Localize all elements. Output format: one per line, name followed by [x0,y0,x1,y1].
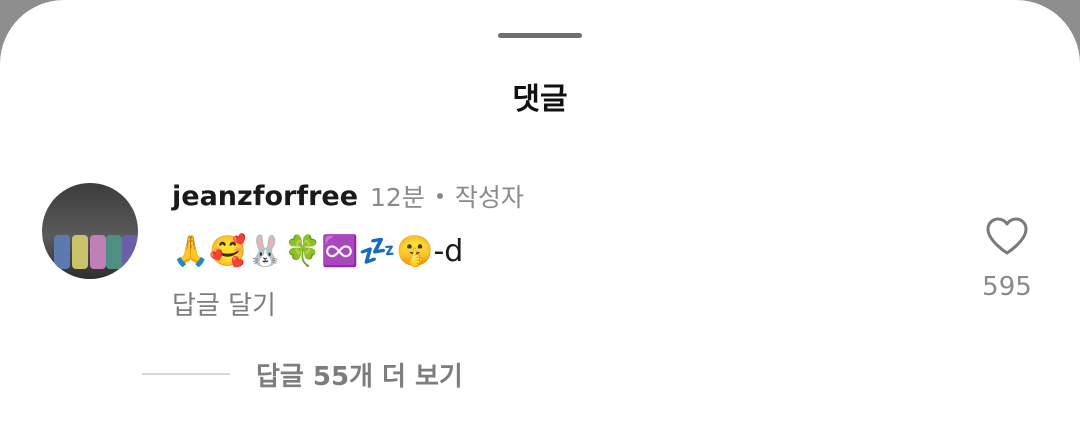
comments-sheet: 댓글 jeanzforfree 12분 작성자 🙏🥰🐰🍀♾️💤🤫-d 답글 달기… [0,0,1080,435]
view-more-replies-label: 답글 55개 더 보기 [256,361,463,392]
divider-line [142,373,230,375]
avatar-figure [90,235,106,269]
avatar-figure [106,235,122,269]
comment-header: jeanzforfree 12분 작성자 [172,176,524,216]
comment-time: 12분 [370,183,425,212]
avatar-figure [122,235,138,269]
avatar[interactable] [42,183,138,279]
like-count: 595 [982,272,1032,302]
avatar-figure [54,235,70,269]
heart-icon[interactable] [985,216,1029,256]
sheet-title: 댓글 [512,82,568,117]
reply-button[interactable]: 답글 달기 [172,285,276,322]
view-more-replies-button[interactable]: 답글 55개 더 보기 [142,356,463,392]
comment-text: 🙏🥰🐰🍀♾️💤🤫-d [172,234,464,269]
author-badge: 작성자 [454,183,524,212]
avatar-figure [72,235,88,269]
drag-handle[interactable] [498,33,582,38]
separator-dot [436,193,443,199]
username[interactable]: jeanzforfree [172,181,358,212]
